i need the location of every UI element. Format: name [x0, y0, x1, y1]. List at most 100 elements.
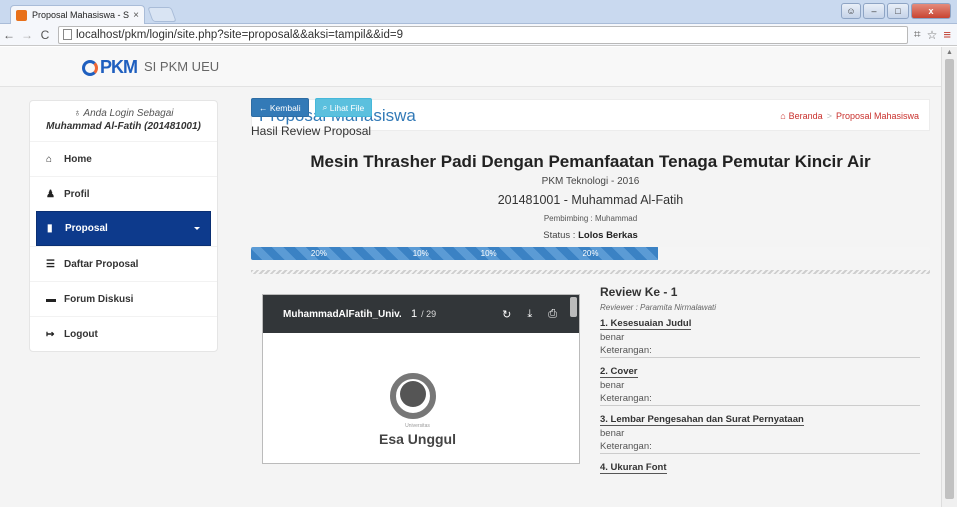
breadcrumb: ⌂ Beranda > Proposal Mahasiswa — [780, 111, 919, 121]
login-name: Muhammad Al-Fatih (201481001) — [46, 121, 201, 132]
maximize-button[interactable]: □ — [887, 3, 909, 19]
criterion-value: benar — [600, 380, 625, 391]
criterion-title: 1. Kesesuaian Judul — [600, 318, 692, 330]
proposal-supervisor: Pembimbing : Muhammad — [543, 214, 638, 223]
proposal-category: PKM Teknologi - 2016 — [541, 176, 640, 187]
criterion-title: 4. Ukuran Font — [600, 462, 667, 474]
list-icon: ☰ — [46, 258, 55, 270]
pdf-file-name: MuhammadAlFatih_Univ... — [283, 308, 401, 320]
scroll-up-icon[interactable]: ▲ — [946, 49, 953, 56]
sidebar-item-label: Profil — [64, 188, 90, 200]
browser-tab[interactable]: Proposal Mahasiswa - SI P × — [10, 5, 145, 24]
sidebar-item-profil[interactable]: ♟ Profil — [30, 176, 217, 211]
sidebar-item-label: Proposal — [65, 223, 108, 234]
action-buttons: ← Kembali ⌕ Lihat File — [251, 98, 373, 117]
logo-swirl-icon — [82, 59, 98, 76]
address-bar: ← → C localhost/pkm/login/site.php?site=… — [0, 24, 957, 46]
minimize-button[interactable]: – — [863, 3, 885, 19]
progress-segment: 10% — [386, 247, 455, 260]
sidebar-item-daftar-proposal[interactable]: ☰ Daftar Proposal — [30, 246, 217, 281]
divider — [251, 270, 930, 274]
criterion: 4. Ukuran Font — [600, 461, 920, 474]
sidebar-item-logout[interactable]: ↦ Logout — [30, 316, 217, 351]
pkm-logo[interactable]: PKM — [82, 57, 138, 78]
pdf-viewer[interactable]: MuhammadAlFatih_Univ... 1 / 29 ↻ ⤓ ⎙ Uni… — [262, 294, 580, 464]
review-panel: Review Ke - 1 Reviewer : Paramita Nirmal… — [600, 285, 920, 474]
pdf-page-number[interactable]: 1 — [411, 308, 417, 320]
login-info: ♁ Anda Login Sebagai Muhammad Al-Fatih (… — [30, 101, 217, 141]
pdf-toolbar: MuhammadAlFatih_Univ... 1 / 29 ↻ ⤓ ⎙ — [263, 295, 579, 333]
download-icon[interactable]: ⤓ — [527, 308, 532, 321]
user-icon: ♁ — [73, 108, 82, 119]
tab-title: Proposal Mahasiswa - SI P — [32, 10, 130, 20]
progress-segment: 20% — [522, 247, 659, 260]
proposal-status: Status : Lolos Berkas — [251, 230, 930, 241]
review-heading: Hasil Review Proposal — [251, 124, 372, 138]
page-scrollbar[interactable]: ▲ — [941, 47, 957, 507]
back-button[interactable]: ← Kembali — [251, 98, 309, 117]
arrow-left-icon: ← — [259, 102, 268, 113]
sidebar-item-label: Forum Diskusi — [64, 293, 134, 305]
view-file-button[interactable]: ⌕ Lihat File — [314, 98, 373, 117]
reload-icon[interactable]: C — [36, 28, 54, 42]
home-icon: ⌂ — [46, 153, 53, 165]
progress-segment: 10% — [454, 247, 523, 260]
proposal-student: 201481001 - Muhammad Al-Fatih — [497, 193, 684, 207]
status-label: Status : — [543, 230, 576, 241]
search-icon: ⌕ — [322, 102, 328, 112]
sidebar-item-label: Home — [64, 153, 92, 165]
forward-arrow-icon[interactable]: → — [18, 28, 36, 42]
breadcrumb-home[interactable]: Beranda — [789, 111, 823, 121]
criterion-value: benar — [600, 428, 625, 439]
menu-icon[interactable]: ≡ — [943, 27, 951, 42]
breadcrumb-separator: > — [826, 111, 832, 121]
pdf-page: Universitas Esa Unggul — [263, 333, 572, 463]
print-icon[interactable]: ⎙ — [548, 308, 557, 321]
sidebar-item-home[interactable]: ⌂ Home — [30, 141, 217, 176]
new-tab-button[interactable] — [147, 7, 177, 22]
user-icon: ♟ — [46, 188, 55, 200]
profile-icon[interactable]: ☺ — [841, 3, 861, 19]
status-value: Lolos Berkas — [578, 230, 638, 241]
scroll-thumb[interactable] — [945, 59, 954, 499]
pdf-page-total: / 29 — [421, 309, 437, 319]
criterion-note: Keterangan: — [600, 393, 920, 406]
review-progress-bar: 20% 10% 10% 20% — [251, 247, 930, 260]
tab-close-icon[interactable]: × — [133, 10, 139, 21]
url-text: localhost/pkm/login/site.php?site=propos… — [76, 28, 403, 41]
sidebar: ♁ Anda Login Sebagai Muhammad Al-Fatih (… — [29, 100, 218, 352]
back-button-label: Kembali — [269, 102, 301, 113]
criterion-note: Keterangan: — [600, 345, 920, 358]
translate-icon[interactable]: ⌗ — [914, 27, 921, 42]
url-input[interactable]: localhost/pkm/login/site.php?site=propos… — [58, 25, 908, 44]
page-icon — [63, 29, 72, 40]
proposal-title: Mesin Thrasher Padi Dengan Pemanfaatan T… — [310, 152, 871, 171]
toolbar-right: ⌗ ☆ ≡ — [908, 27, 957, 42]
criterion-title: 3. Lembar Pengesahan dan Surat Pernyataa… — [600, 414, 804, 426]
comment-icon: ▬ — [46, 293, 56, 305]
criterion-note: Keterangan: — [600, 441, 920, 454]
login-label: Anda Login Sebagai — [83, 108, 174, 119]
criterion: 1. Kesesuaian Judul benar Keterangan: — [600, 317, 920, 358]
sidebar-item-label: Daftar Proposal — [64, 258, 139, 270]
star-icon[interactable]: ☆ — [927, 28, 938, 42]
sidebar-item-proposal[interactable]: ▮ Proposal — [36, 211, 211, 246]
brand-name[interactable]: SI PKM UEU — [144, 59, 219, 74]
navbar: PKM SI PKM UEU — [0, 47, 941, 87]
breadcrumb-current: Proposal Mahasiswa — [835, 111, 919, 121]
criterion-title: 2. Cover — [600, 366, 638, 378]
caret-down-icon — [194, 227, 200, 230]
university-logo-inner — [400, 381, 426, 407]
university-small-label: Universitas — [405, 423, 430, 429]
rotate-icon[interactable]: ↻ — [502, 308, 511, 321]
close-button[interactable]: x — [911, 3, 951, 19]
reviewer-name: Reviewer : Paramita Nirmalawati — [600, 303, 717, 312]
criterion: 3. Lembar Pengesahan dan Surat Pernyataa… — [600, 413, 920, 454]
browser-tab-strip: Proposal Mahasiswa - SI P × ☺ – □ x — [0, 0, 957, 24]
favicon-icon — [16, 9, 27, 21]
sidebar-item-forum-diskusi[interactable]: ▬ Forum Diskusi — [30, 281, 217, 316]
pdf-scrollbar[interactable] — [570, 297, 577, 317]
back-arrow-icon[interactable]: ← — [0, 28, 18, 42]
progress-segment: 20% — [251, 247, 387, 260]
home-icon: ⌂ — [780, 111, 786, 121]
